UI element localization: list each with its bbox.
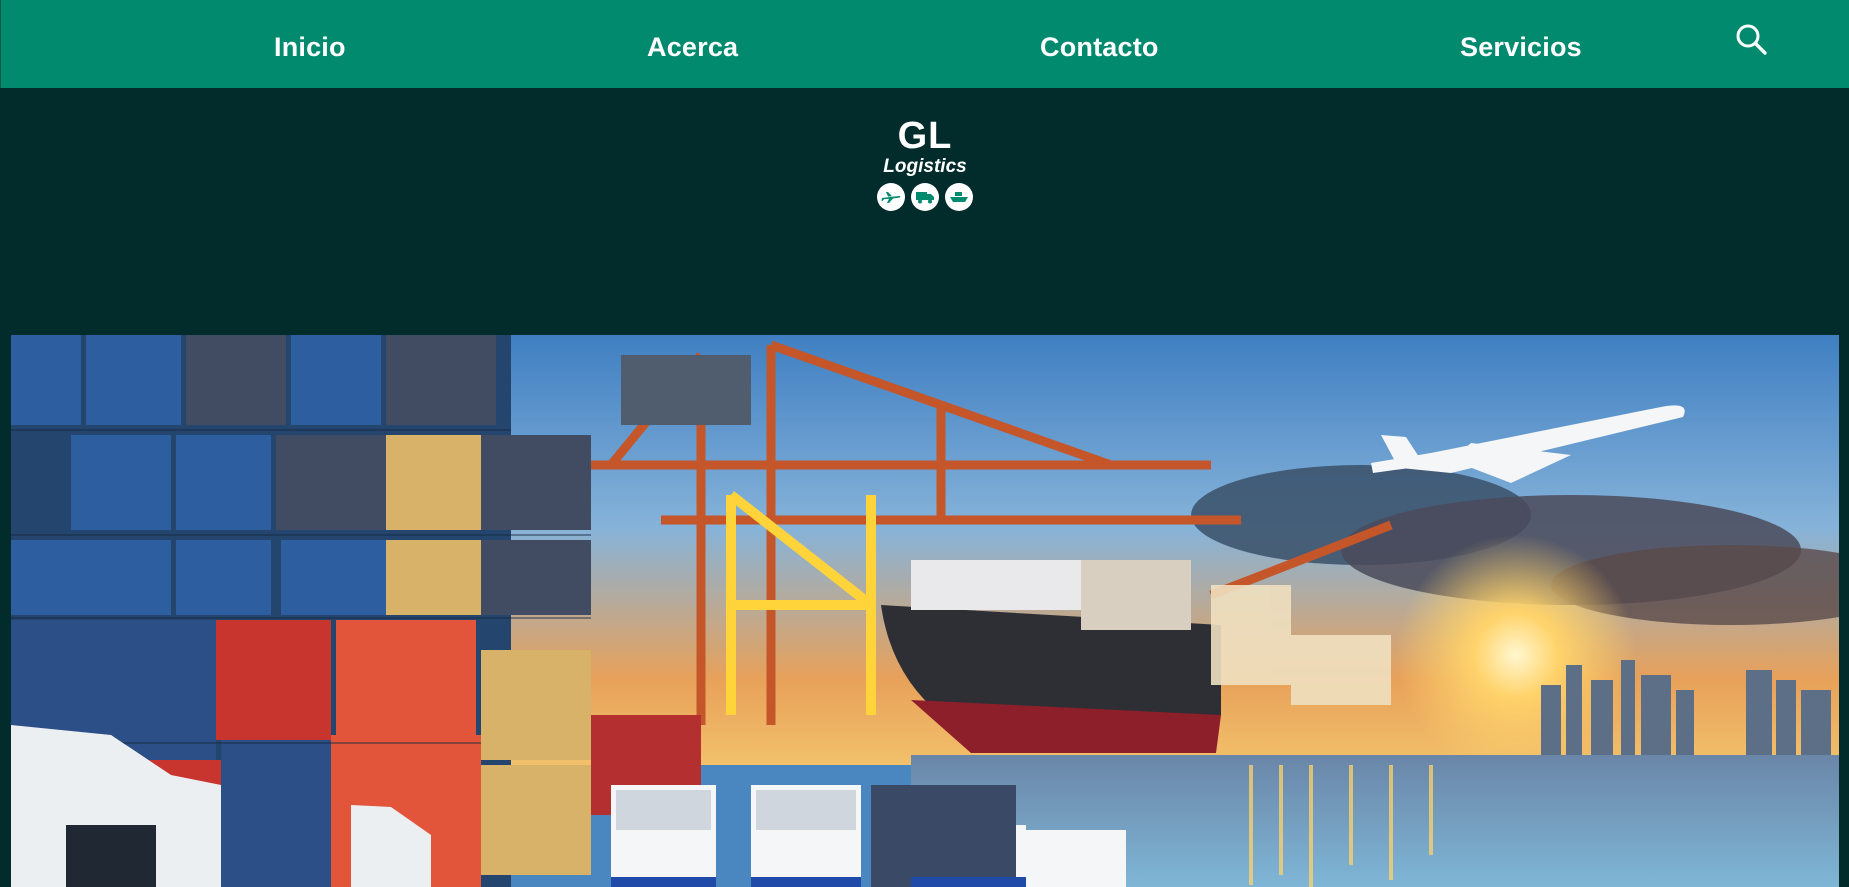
top-nav-bar: Inicio Acerca Contacto Servicios <box>0 0 1849 88</box>
ship-icon <box>945 183 973 211</box>
search-button[interactable] <box>1734 22 1770 58</box>
nav-link-acerca[interactable]: Acerca <box>647 32 738 63</box>
logo-subtitle: Logistics <box>883 156 967 177</box>
search-icon <box>1736 24 1767 55</box>
logo-icons <box>870 183 980 211</box>
nav-link-inicio[interactable]: Inicio <box>274 32 346 63</box>
port-logistics-illustration <box>11 335 1839 887</box>
nav-link-servicios[interactable]: Servicios <box>1460 32 1582 63</box>
hero-image <box>11 335 1839 887</box>
nav-link-contacto[interactable]: Contacto <box>1040 32 1159 63</box>
logo-mark: GL <box>897 115 953 157</box>
airplane-icon <box>877 183 905 211</box>
truck-icon <box>911 183 939 211</box>
site-logo[interactable]: GL Logistics <box>870 116 980 211</box>
